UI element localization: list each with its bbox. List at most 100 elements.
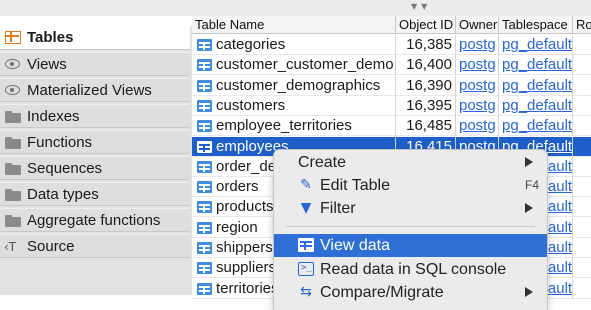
cell-object-id: 16,385 — [396, 35, 456, 55]
table-row[interactable]: categories 16,385 postg pg_default — [192, 35, 591, 55]
table-icon — [197, 39, 212, 51]
sidebar-item-data-types[interactable]: Data types — [0, 182, 190, 206]
table-row[interactable]: customers 16,395 postg pg_default — [192, 95, 591, 116]
table-name-text: region — [216, 218, 258, 236]
column-header-table-name[interactable]: Table Name — [192, 16, 396, 34]
table-icon — [197, 282, 212, 295]
folder-icon — [5, 189, 21, 201]
sidebar-item-views[interactable]: Views — [0, 52, 190, 76]
table-row[interactable]: customer_customer_demo 16,400 postg pg_defa… — [192, 55, 591, 76]
table-name-text: suppliers — [216, 259, 277, 277]
sidebar-item-label: Functions — [27, 134, 93, 151]
table-icon — [197, 242, 212, 254]
sidebar-item-sequences[interactable]: Sequences — [0, 156, 190, 180]
table-icon — [197, 79, 212, 92]
cell-table-name[interactable]: employee_territories — [192, 116, 396, 137]
column-header-tablespace[interactable]: Tablespace — [499, 16, 573, 34]
table-icon — [197, 262, 212, 275]
table-name-text: customers — [216, 96, 286, 114]
table-icon — [197, 120, 212, 133]
table-icon — [197, 140, 212, 153]
cell-owner-link[interactable]: postg — [456, 95, 499, 116]
cell-owner-link[interactable]: postg — [456, 55, 499, 76]
menu-separator — [286, 226, 535, 227]
cell-table-name[interactable]: customer_customer_demo — [192, 55, 396, 76]
menu-item-create[interactable]: Create — [274, 151, 547, 174]
cell-table-name[interactable]: customer_demographics — [192, 75, 396, 96]
cell-tablespace-link[interactable]: pg_default — [499, 116, 573, 137]
menu-item-label: Compare/Migrate — [320, 284, 444, 301]
table-icon — [197, 160, 212, 173]
table-name-text: employee_territories — [216, 117, 352, 135]
menu-item-edit-table[interactable]: ✎ Edit Table F4 — [274, 174, 547, 197]
cell-tablespace-link[interactable]: pg_default — [499, 75, 573, 96]
cell-owner-link[interactable]: postg — [456, 35, 499, 55]
table-name-text: customer_customer_demo — [216, 56, 394, 74]
menu-item-label: Edit Table — [320, 177, 390, 194]
source-icon: ‹T — [4, 240, 17, 254]
table-row[interactable]: customer_demographics 16,390 postg pg_defau… — [192, 75, 591, 96]
cell-tablespace-link[interactable]: pg_default — [499, 35, 573, 55]
cell-object-id: 16,390 — [396, 75, 456, 96]
sidebar-item-label: Source — [27, 238, 75, 255]
cell-table-name[interactable]: categories — [192, 35, 396, 55]
table-name-text: categories — [216, 36, 286, 53]
column-header-object-id[interactable]: Object ID — [396, 16, 456, 34]
table-row[interactable]: employee_territories 16,485 postg pg_defaul… — [192, 116, 591, 137]
collapse-arrows-icon[interactable]: ▼▼ — [411, 2, 431, 11]
sidebar-item-indexes[interactable]: Indexes — [0, 104, 190, 128]
menu-item-compare-migrate[interactable]: ⇆ Compare/Migrate — [274, 281, 547, 304]
funnel-icon: ▼ — [300, 200, 312, 216]
top-toolbar-strip: ▼▼ — [0, 0, 591, 16]
cell-object-id: 16,485 — [396, 116, 456, 137]
sidebar-item-label: Sequences — [27, 160, 103, 177]
eye-icon — [5, 85, 20, 95]
column-header-owner[interactable]: Owner — [456, 16, 499, 34]
cell-owner-link[interactable]: postg — [456, 75, 499, 96]
table-icon — [298, 238, 314, 252]
sidebar-item-aggregate-functions[interactable]: Aggregate functions — [0, 208, 190, 232]
table-icon — [197, 181, 212, 194]
table-icon — [197, 201, 212, 214]
table-icon — [197, 99, 212, 112]
cell-object-id: 16,395 — [396, 95, 456, 116]
sidebar-item-label: Aggregate functions — [27, 212, 161, 229]
submenu-arrow-icon — [525, 157, 533, 167]
object-type-sidebar: Tables Views Materialized Views Indexes … — [0, 26, 192, 295]
shortcut-label: F4 — [524, 178, 539, 192]
menu-item-label: Filter — [320, 200, 356, 217]
sidebar-item-source[interactable]: ‹T Source — [0, 234, 190, 258]
cell-tablespace-link[interactable]: pg_default — [499, 55, 573, 76]
folder-icon — [5, 163, 21, 175]
table-name-text: products — [216, 198, 274, 216]
sidebar-item-label: Views — [27, 56, 67, 73]
sidebar-item-tables[interactable]: Tables — [0, 26, 190, 50]
sidebar-item-label: Tables — [27, 29, 74, 46]
context-menu: Create ✎ Edit Table F4 ▼ Filter View dat… — [274, 150, 547, 310]
pencil-icon: ✎ — [300, 177, 312, 193]
sidebar-item-materialized-views[interactable]: Materialized Views — [0, 78, 190, 102]
cell-owner-link[interactable]: postg — [456, 116, 499, 137]
folder-icon — [5, 111, 21, 123]
submenu-arrow-icon — [525, 287, 533, 297]
table-icon — [197, 59, 212, 72]
tables-icon — [5, 31, 21, 44]
sidebar-item-label: Data types — [27, 186, 99, 203]
menu-item-read-sql-console[interactable]: >_ Read data in SQL console — [274, 258, 547, 281]
sidebar-item-label: Indexes — [27, 108, 80, 125]
eye-icon — [5, 59, 20, 69]
table-name-text: customer_demographics — [216, 76, 381, 94]
cell-tablespace-link[interactable]: pg_default — [499, 95, 573, 116]
menu-item-filter[interactable]: ▼ Filter — [274, 197, 547, 220]
cell-table-name[interactable]: customers — [192, 95, 396, 116]
menu-item-label: Create — [298, 154, 347, 171]
cell-object-id: 16,400 — [396, 55, 456, 76]
menu-item-view-data[interactable]: View data — [274, 234, 547, 257]
submenu-arrow-icon — [525, 203, 533, 213]
table-name-text: orders — [216, 178, 259, 196]
compare-icon: ⇆ — [300, 284, 312, 300]
column-header-rows[interactable]: Ro — [573, 16, 591, 34]
sidebar-item-functions[interactable]: Functions — [0, 130, 190, 154]
sql-console-icon: >_ — [298, 262, 314, 276]
folder-icon — [5, 137, 21, 149]
